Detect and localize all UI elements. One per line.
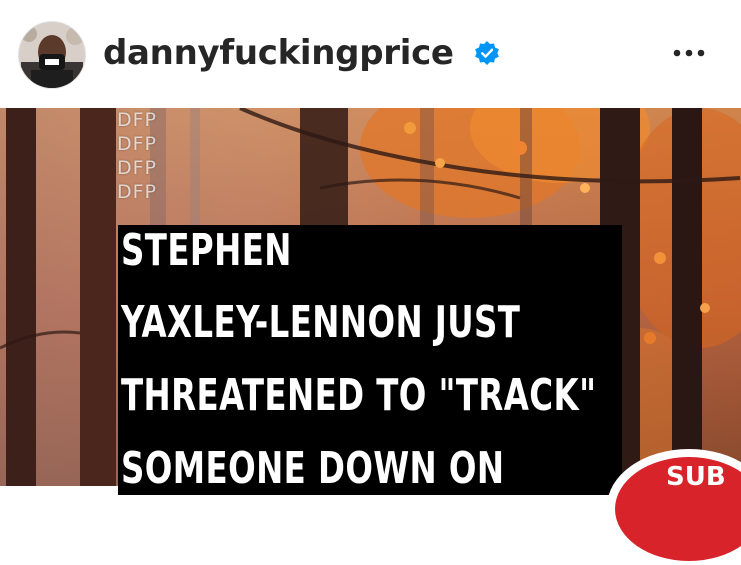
profile-avatar[interactable] [19,22,85,88]
verified-badge-icon [475,41,499,65]
post-header: dannyfuckingprice [0,0,741,108]
headline-line: YAXLEY-LENNON JUST [121,297,521,348]
watermark-line: DFP [117,181,158,203]
headline-line: STEPHEN [121,225,292,276]
headline-line: SOMEONE DOWN ON [121,443,505,494]
more-options-icon[interactable] [664,38,714,68]
headline-line: THREATENED TO "TRACK" [121,370,597,421]
dfp-watermark: DFP DFP DFP DFP [117,108,157,204]
sticker-text: SUB [666,462,726,492]
headline-box: STEPHEN YAXLEY-LENNON JUST THREATENED TO… [118,225,622,495]
subscribe-sticker: SUB [607,449,741,565]
avatar-image [19,22,85,88]
watermark-line: DFP [117,109,158,131]
watermark-line: DFP [117,133,158,155]
watermark-line: DFP [117,157,158,179]
username[interactable]: dannyfuckingprice [103,28,454,78]
